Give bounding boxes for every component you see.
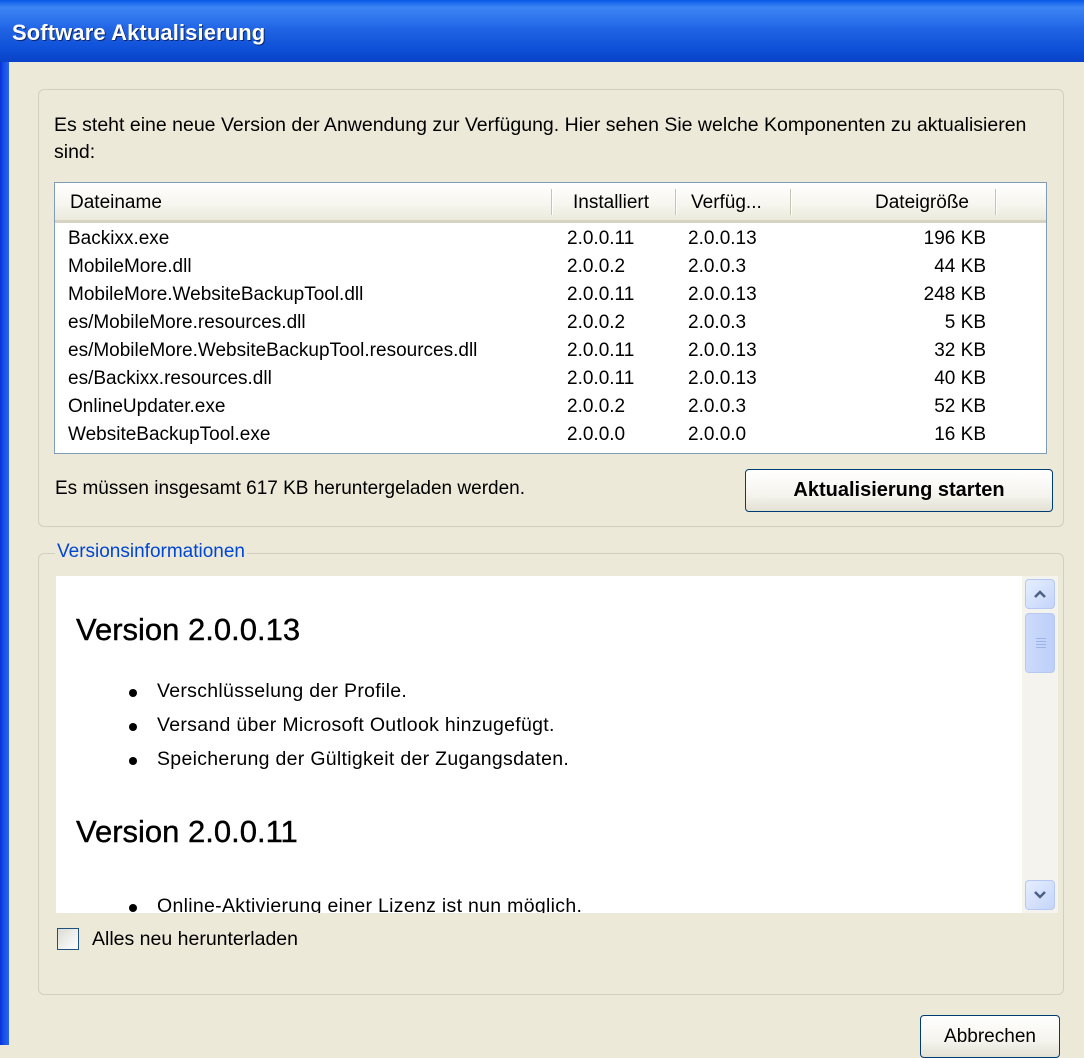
file-available-version: 2.0.0.13	[688, 340, 757, 361]
file-name: MobileMore.WebsiteBackupTool.dll	[68, 284, 364, 305]
file-name: es/MobileMore.resources.dll	[68, 312, 306, 333]
window-title: Software Aktualisierung	[12, 20, 266, 45]
scroll-down-button[interactable]	[1025, 880, 1055, 910]
file-available-version: 2.0.0.3	[688, 396, 747, 417]
grip-icon	[1036, 644, 1046, 645]
files-list-header: Dateiname Installiert Verfüg... Dateigrö…	[55, 183, 1046, 223]
column-divider[interactable]	[551, 189, 553, 215]
file-name: WebsiteBackupTool.exe	[68, 424, 271, 445]
release-note-item: Versand über Microsoft Outlook hinzugefü…	[129, 714, 555, 736]
file-available-version: 2.0.0.3	[688, 312, 747, 333]
files-list[interactable]: Dateiname Installiert Verfüg... Dateigrö…	[54, 182, 1047, 454]
grip-icon	[1036, 638, 1046, 639]
file-installed-version: 2.0.0.11	[567, 284, 635, 305]
file-row[interactable]: es/Backixx.resources.dll 2.0.0.11 2.0.0.…	[55, 365, 1046, 393]
column-header-name[interactable]: Dateiname	[70, 183, 162, 220]
release-note-item: Speicherung der Gültigkeit der Zugangsda…	[128, 748, 570, 770]
release-notes-scrollbar[interactable]	[1022, 576, 1058, 913]
cancel-button[interactable]: Abbrechen	[920, 1015, 1060, 1058]
file-available-version: 2.0.0.13	[688, 228, 757, 249]
file-size: 248 KB	[923, 284, 986, 305]
column-divider[interactable]	[675, 189, 677, 215]
file-installed-version: 2.0.0.2	[567, 312, 626, 333]
file-name: MobileMore.dll	[68, 256, 192, 277]
chevron-up-icon	[1034, 590, 1046, 598]
file-name: Backixx.exe	[68, 228, 170, 249]
redownload-all-label[interactable]: Alles neu herunterladen	[92, 928, 298, 950]
start-update-button[interactable]: Aktualisierung starten	[745, 469, 1053, 512]
download-total-text: Es müssen insgesamt 617 KB heruntergelad…	[55, 478, 525, 499]
file-available-version: 2.0.0.13	[688, 368, 757, 389]
file-installed-version: 2.0.0.11	[567, 368, 635, 389]
release-notes-view[interactable]: Version 2.0.0.13 Verschlüsselung der Pro…	[56, 576, 1022, 913]
column-divider[interactable]	[995, 189, 997, 215]
file-size: 40 KB	[934, 368, 986, 389]
grip-icon	[1036, 647, 1046, 648]
window-left-border	[0, 0, 9, 1045]
file-installed-version: 2.0.0.11	[567, 228, 635, 249]
column-header-installed[interactable]: Installiert	[573, 183, 649, 220]
file-size: 44 KB	[934, 256, 986, 277]
version-info-legend: Versionsinformationen	[55, 541, 247, 563]
file-row[interactable]: Backixx.exe 2.0.0.11 2.0.0.13 196 KB	[55, 225, 1046, 253]
file-name: OnlineUpdater.exe	[68, 396, 226, 417]
file-size: 5 KB	[944, 312, 986, 333]
file-installed-version: 2.0.0.11	[567, 340, 635, 361]
scroll-thumb[interactable]	[1025, 613, 1055, 673]
file-installed-version: 2.0.0.2	[567, 396, 626, 417]
file-row[interactable]: es/MobileMore.resources.dll 2.0.0.2 2.0.…	[55, 309, 1046, 337]
title-bar[interactable]: Software Aktualisierung	[0, 0, 1084, 62]
file-size: 196 KB	[923, 228, 986, 249]
file-size: 32 KB	[934, 340, 986, 361]
file-size: 52 KB	[934, 396, 986, 417]
scroll-up-button[interactable]	[1025, 579, 1055, 609]
file-name: es/MobileMore.WebsiteBackupTool.resource…	[68, 340, 478, 361]
file-row[interactable]: es/MobileMore.WebsiteBackupTool.resource…	[55, 337, 1046, 365]
grip-icon	[1036, 641, 1046, 642]
column-divider[interactable]	[790, 189, 792, 215]
file-row[interactable]: MobileMore.dll 2.0.0.2 2.0.0.3 44 KB	[55, 253, 1046, 281]
file-row[interactable]: MobileMore.WebsiteBackupTool.dll 2.0.0.1…	[55, 281, 1046, 309]
file-installed-version: 2.0.0.0	[567, 424, 626, 445]
column-header-available[interactable]: Verfüg...	[691, 183, 762, 220]
file-available-version: 2.0.0.3	[688, 256, 747, 277]
release-heading: Version 2.0.0.13	[76, 612, 301, 647]
file-available-version: 2.0.0.13	[688, 284, 757, 305]
chevron-down-icon	[1034, 891, 1046, 899]
intro-text: Es steht eine neue Version der Anwendung…	[54, 114, 1027, 163]
file-installed-version: 2.0.0.2	[567, 256, 626, 277]
release-note-item: Verschlüsselung der Profile.	[128, 680, 408, 702]
column-header-size[interactable]: Dateigröße	[875, 183, 969, 220]
release-note-item: Online-Aktivierung einer Lizenz ist nun …	[128, 895, 582, 913]
file-size: 16 KB	[934, 424, 986, 445]
redownload-all-checkbox[interactable]	[57, 928, 79, 950]
file-name: es/Backixx.resources.dll	[68, 368, 272, 389]
release-heading: Version 2.0.0.11	[76, 814, 298, 849]
file-row[interactable]: WebsiteBackupTool.exe 2.0.0.0 2.0.0.0 16…	[55, 421, 1046, 449]
file-available-version: 2.0.0.0	[688, 424, 747, 445]
file-row[interactable]: OnlineUpdater.exe 2.0.0.2 2.0.0.3 52 KB	[55, 393, 1046, 421]
